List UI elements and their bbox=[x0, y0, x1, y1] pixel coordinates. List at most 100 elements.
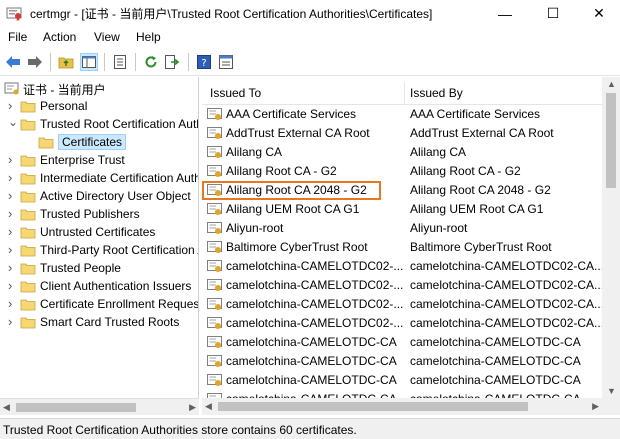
expand-icon[interactable]: › bbox=[8, 224, 18, 239]
table-row[interactable]: camelotchina-CAMELOTDC02-... camelotchina… bbox=[202, 295, 604, 314]
column-issued-to[interactable]: Issued To bbox=[210, 86, 261, 100]
table-row[interactable]: camelotchina-CAMELOTDC-CAcamelotchina-CA… bbox=[202, 333, 602, 352]
tree-item[interactable]: Certificates bbox=[0, 134, 198, 152]
expand-icon[interactable]: › bbox=[8, 260, 18, 275]
tree-item[interactable]: › Trusted People bbox=[0, 260, 198, 278]
properties-icon[interactable] bbox=[217, 53, 235, 71]
close-icon: ✕ bbox=[593, 5, 605, 21]
certificate-icon bbox=[207, 336, 222, 348]
list-vertical-scrollbar[interactable]: ▲ ▼ bbox=[602, 77, 620, 398]
tree-root[interactable]: 证书 - 当前用户 bbox=[0, 80, 198, 98]
column-divider[interactable] bbox=[404, 82, 405, 104]
list-header: Issued To Issued By bbox=[202, 80, 602, 105]
tree-item[interactable]: › Enterprise Trust bbox=[0, 152, 198, 170]
table-row[interactable]: camelotchina-CAMELOTDC-CA camelotchina-CA… bbox=[202, 371, 602, 390]
scroll-up-icon[interactable]: ▲ bbox=[607, 79, 616, 89]
table-row[interactable]: camelotchina-CAMELOTDC-CAcamelotchina-CA… bbox=[202, 352, 602, 371]
table-row[interactable]: camelotchina-CAMELOTDC02-... camelotchina… bbox=[202, 314, 604, 333]
maximize-button[interactable]: ☐ bbox=[530, 0, 576, 27]
expand-icon[interactable]: › bbox=[8, 314, 18, 329]
expand-icon[interactable]: › bbox=[8, 278, 18, 293]
folder-icon bbox=[20, 209, 36, 221]
scroll-thumb[interactable] bbox=[16, 403, 136, 412]
folder-icon bbox=[20, 173, 36, 185]
cell-issued-by: camelotchina-CAMELOTDC02-CA... bbox=[410, 259, 605, 273]
expand-icon[interactable]: › bbox=[8, 242, 18, 257]
table-row[interactable]: Baltimore CyberTrust Root Baltimore Cyber… bbox=[202, 238, 602, 257]
tree-item[interactable]: › Personal bbox=[0, 98, 198, 116]
menu-file[interactable]: File bbox=[8, 30, 27, 44]
certificate-icon bbox=[207, 222, 222, 234]
back-icon[interactable] bbox=[4, 53, 22, 71]
table-row[interactable]: camelotchina-CAMELOTDC02-... camelotchina… bbox=[202, 257, 605, 276]
scroll-down-icon[interactable]: ▼ bbox=[607, 386, 616, 396]
table-row[interactable]: Aliyun-root Aliyun-root bbox=[202, 219, 602, 238]
tree-item-label: Certificates bbox=[58, 134, 127, 150]
table-row[interactable]: camelotchina-CAMELOTDC02-... camelotchina… bbox=[202, 276, 604, 295]
expand-icon[interactable]: › bbox=[8, 206, 18, 221]
forward-icon[interactable] bbox=[26, 53, 44, 71]
scroll-thumb[interactable] bbox=[218, 402, 528, 411]
tree-item[interactable]: › Smart Card Trusted Roots bbox=[0, 314, 198, 332]
toolbar: ? bbox=[0, 48, 620, 76]
tree-item[interactable]: ⌄ Trusted Root Certification Authorities bbox=[0, 116, 198, 134]
minimize-button[interactable]: — bbox=[482, 0, 528, 27]
export-icon[interactable] bbox=[164, 53, 182, 71]
close-button[interactable]: ✕ bbox=[576, 0, 620, 27]
list-horizontal-scrollbar[interactable]: ◀ ▶ bbox=[202, 398, 602, 415]
expand-icon[interactable]: › bbox=[8, 152, 18, 167]
expand-icon[interactable]: › bbox=[8, 98, 18, 113]
tree-item[interactable]: › Certificate Enrollment Requests bbox=[0, 296, 198, 314]
open-folder-icon bbox=[38, 137, 54, 149]
table-row[interactable]: AAA Certificate Services AAA Certificate … bbox=[202, 105, 602, 124]
tree-item-label: Enterprise Trust bbox=[40, 153, 125, 167]
expand-icon[interactable]: › bbox=[8, 170, 18, 185]
tree-item[interactable]: › Intermediate Certification Authorities bbox=[0, 170, 198, 188]
toolbar-separator bbox=[50, 53, 51, 71]
certificate-icon bbox=[207, 317, 222, 329]
scroll-right-icon[interactable]: ▶ bbox=[592, 401, 599, 412]
table-row[interactable]: Alilang Root CA - G2 Alilang Root CA - G2 bbox=[202, 162, 602, 181]
scroll-thumb[interactable] bbox=[606, 93, 616, 188]
certificate-list: Issued To Issued By AAA Certificate Serv… bbox=[202, 77, 620, 398]
show-tree-icon[interactable] bbox=[80, 53, 98, 71]
expand-icon[interactable]: › bbox=[8, 296, 18, 311]
toolbar-separator bbox=[135, 53, 136, 71]
expand-icon[interactable]: › bbox=[8, 188, 18, 203]
menu-action[interactable]: Action bbox=[43, 30, 76, 44]
scroll-left-icon[interactable]: ◀ bbox=[205, 401, 212, 412]
svg-text:?: ? bbox=[201, 58, 206, 69]
tree-item[interactable]: › Trusted Publishers bbox=[0, 206, 198, 224]
table-row[interactable]: AddTrust External CA Root AddTrust Extern… bbox=[202, 124, 602, 143]
column-issued-by[interactable]: Issued By bbox=[410, 86, 463, 100]
tree-item-label: Trusted Root Certification Authorities bbox=[40, 117, 198, 131]
export-list-icon[interactable] bbox=[111, 53, 129, 71]
table-row[interactable]: Alilang CA Alilang CA bbox=[202, 143, 602, 162]
cell-issued-by: camelotchina-CAMELOTDC-CA bbox=[410, 373, 581, 387]
help-icon[interactable]: ? bbox=[195, 53, 213, 71]
certmgr-app-icon[interactable] bbox=[6, 5, 22, 21]
cell-issued-to: camelotchina-CAMELOTDC02-... bbox=[226, 316, 404, 330]
table-row[interactable]: camelotchina-CAMELOTDC-CAcamelotchina-CA… bbox=[202, 390, 602, 398]
menu-help[interactable]: Help bbox=[136, 30, 161, 44]
tree-item[interactable]: › Untrusted Certificates bbox=[0, 224, 198, 242]
folder-icon bbox=[20, 227, 36, 239]
cell-issued-by: Alilang UEM Root CA G1 bbox=[410, 202, 544, 216]
table-row[interactable]: Alilang UEM Root CA G1 Alilang UEM Root C… bbox=[202, 200, 602, 219]
cell-issued-to: camelotchina-CAMELOTDC-CA bbox=[226, 373, 397, 387]
tree-item[interactable]: › Active Directory User Object bbox=[0, 188, 198, 206]
refresh-icon[interactable] bbox=[142, 53, 160, 71]
tree-item[interactable]: › Client Authentication Issuers bbox=[0, 278, 198, 296]
collapse-icon[interactable]: ⌄ bbox=[8, 116, 18, 129]
tree-item[interactable]: › Third-Party Root Certification Authorit… bbox=[0, 242, 198, 260]
menu-view[interactable]: View bbox=[94, 30, 120, 44]
scroll-left-icon[interactable]: ◀ bbox=[3, 402, 10, 413]
certificate-icon bbox=[207, 108, 222, 120]
scroll-right-icon[interactable]: ▶ bbox=[189, 402, 196, 413]
status-bar: Trusted Root Certification Authorities s… bbox=[0, 418, 620, 439]
tree-horizontal-scrollbar[interactable]: ◀ ▶ bbox=[0, 398, 199, 415]
cell-issued-by: Alilang Root CA - G2 bbox=[410, 164, 521, 178]
table-row[interactable]: Alilang Root CA 2048 - G2 Alilang Root CA… bbox=[202, 181, 602, 200]
up-folder-icon[interactable] bbox=[57, 53, 75, 71]
certificate-icon bbox=[207, 146, 222, 158]
